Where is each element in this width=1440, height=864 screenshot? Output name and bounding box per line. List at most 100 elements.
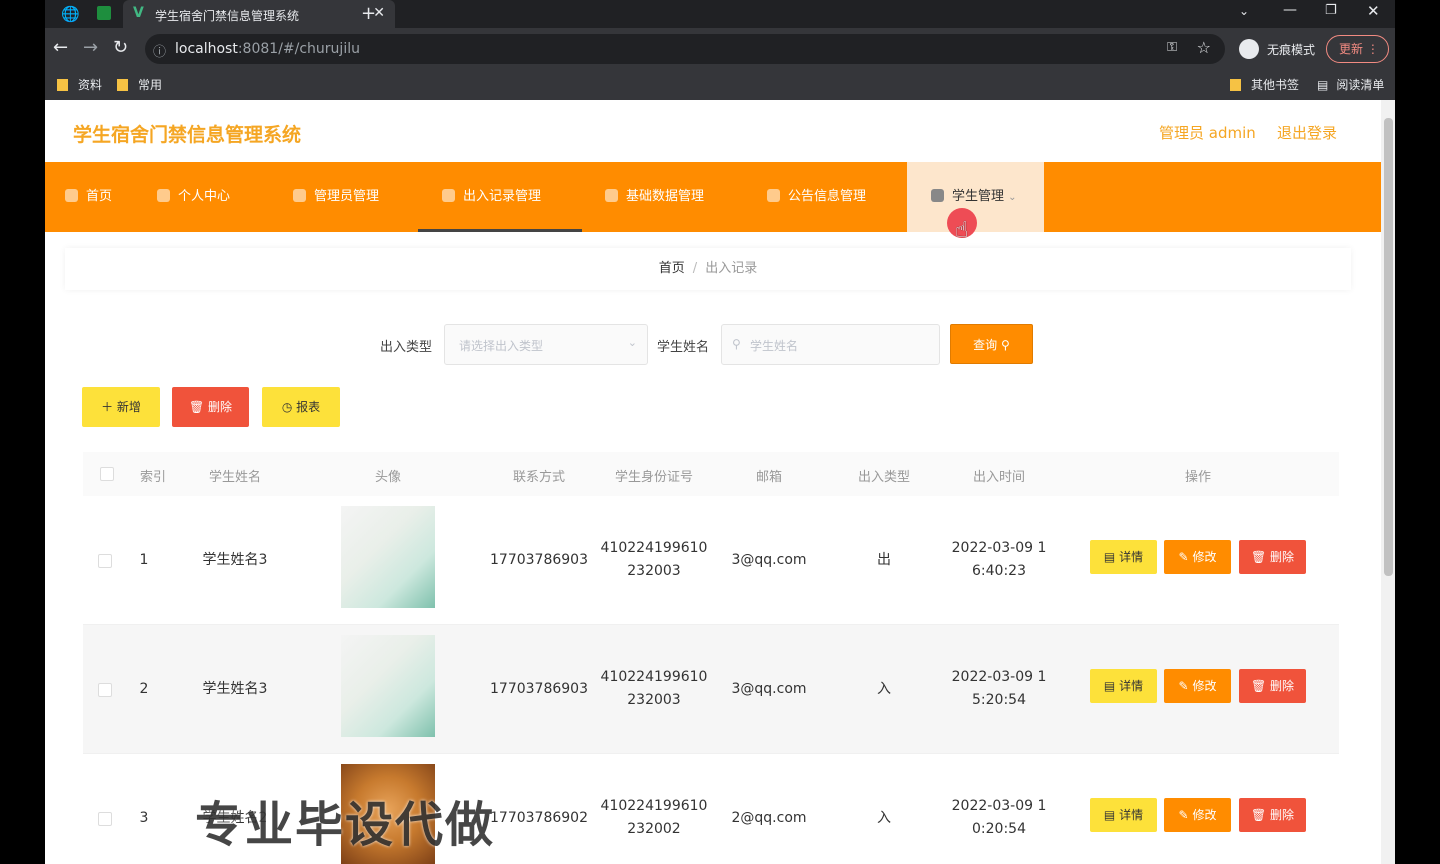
url-text[interactable]: localhost:8081/#/churujilu (175, 41, 360, 57)
incognito-icon (1239, 39, 1259, 59)
close-window-icon[interactable]: ✕ (1367, 2, 1380, 20)
row-name: 学生姓名3 (202, 681, 268, 697)
restore-icon[interactable]: ❐ (1325, 3, 1337, 18)
name-label: 学生姓名 (657, 340, 710, 355)
home-icon (65, 189, 78, 202)
minimize-icon[interactable]: — (1283, 2, 1297, 18)
delete-button[interactable]: 🗑 删除 (1239, 669, 1306, 703)
browser-globe-icon[interactable]: 🌐 (61, 5, 80, 23)
user-icon (157, 189, 170, 202)
other-bookmarks[interactable]: 其他书签 (1230, 76, 1299, 93)
page-scrollbar[interactable] (1381, 100, 1395, 864)
detail-button[interactable]: ▤ 详情 (1090, 798, 1157, 832)
delete-button[interactable]: 🗑 删除 (1239, 540, 1306, 574)
back-icon[interactable]: ← (53, 38, 68, 58)
table-row[interactable]: 2 学生姓名3 17703786903 410224199610 232003 … (83, 625, 1339, 754)
row-id-line2: 232003 (627, 563, 681, 579)
row-checkbox[interactable] (98, 554, 112, 568)
tab-active[interactable]: V 学生宿舍门禁信息管理系统 ✕ (123, 0, 395, 28)
doc-icon: ▤ (1103, 550, 1116, 564)
edit-icon: ✎ (1178, 808, 1189, 822)
update-button[interactable]: 更新 ⋮ (1326, 35, 1389, 63)
chevron-down-icon: ⌄ (627, 336, 637, 349)
record-icon (442, 189, 455, 202)
info-icon[interactable]: ⓘ (153, 41, 166, 60)
row-time-line2: 0:20:54 (972, 821, 1026, 837)
row-type: 入 (877, 810, 891, 826)
select-all-checkbox[interactable] (100, 467, 114, 481)
bookmark-folder-2[interactable]: 常用 (117, 76, 162, 93)
query-button[interactable]: 查询 ⚲ (950, 324, 1033, 364)
nav-profile[interactable]: 个人中心 (157, 162, 230, 232)
type-placeholder: 请选择出入类型 (459, 339, 544, 353)
app-header: 学生宿舍门禁信息管理系统 管理员 admin 退出登录 (45, 100, 1381, 162)
trash-icon: 🗑 (1250, 550, 1267, 564)
detail-button[interactable]: ▤ 详情 (1090, 669, 1157, 703)
edit-button[interactable]: ✎ 修改 (1164, 798, 1231, 832)
col-id-card: 学生身份证号 (614, 470, 694, 485)
avatar (341, 635, 435, 737)
folder-icon (1230, 79, 1241, 91)
tab-search-icon[interactable]: ⌄ (1239, 4, 1249, 18)
page: 学生宿舍门禁信息管理系统 管理员 admin 退出登录 首页 个人中心 管理员管… (45, 100, 1381, 864)
bookmarks-bar: 资料 常用 其他书签 ▤ 阅读清单 (45, 70, 1395, 100)
incognito-label[interactable]: 无痕模式 (1267, 41, 1315, 58)
row-time-line2: 5:20:54 (972, 692, 1026, 708)
admin-label[interactable]: 管理员 admin (1159, 122, 1256, 143)
type-select[interactable]: 请选择出入类型 ⌄ (444, 324, 648, 365)
trash-icon: 🗑 (1250, 679, 1267, 693)
breadcrumb-separator: / (692, 261, 698, 276)
url-box[interactable]: ⓘ localhost:8081/#/churujilu ⚿ ☆ (145, 34, 1225, 64)
nav-notices[interactable]: 公告信息管理 (767, 162, 866, 232)
row-id-line2: 232003 (627, 692, 681, 708)
main-nav: 首页 个人中心 管理员管理 出入记录管理 基础数据管理 公告信息管理 学生管理 … (45, 162, 1381, 232)
bulk-delete-button[interactable]: 🗑 删除 (172, 387, 249, 427)
bookmark-folder-1[interactable]: 资料 (57, 76, 102, 93)
row-email: 2@qq.com (731, 810, 807, 826)
add-button[interactable]: ＋ 新增 (82, 387, 160, 427)
row-checkbox[interactable] (98, 812, 112, 826)
reading-list[interactable]: ▤ 阅读清单 (1317, 76, 1384, 93)
nav-access-records[interactable]: 出入记录管理 (418, 162, 582, 232)
row-time-line1: 2022-03-09 1 (951, 540, 1047, 556)
scrollbar-thumb[interactable] (1384, 118, 1393, 576)
watermark-overlay: 专业毕设代做 (195, 797, 496, 853)
report-button[interactable]: ◷ 报表 (262, 387, 340, 427)
delete-button[interactable]: 🗑 删除 (1239, 798, 1306, 832)
logout-link[interactable]: 退出登录 (1277, 122, 1337, 143)
folder-icon (57, 79, 68, 91)
breadcrumb-current: 出入记录 (705, 261, 758, 276)
col-name: 学生姓名 (208, 470, 262, 485)
sheet-tab-icon[interactable] (97, 6, 111, 20)
row-name: 学生姓名3 (202, 552, 268, 568)
row-email: 3@qq.com (731, 681, 807, 697)
breadcrumb-home[interactable]: 首页 (659, 261, 685, 276)
trash-icon: 🗑 (188, 400, 205, 414)
table-row[interactable]: 1 学生姓名3 17703786903 410224199610 232003 … (83, 496, 1339, 625)
key-icon[interactable]: ⚿ (1167, 40, 1177, 55)
edit-button[interactable]: ✎ 修改 (1164, 669, 1231, 703)
tab-strip: 🌐 V 学生宿舍门禁信息管理系统 ✕ + ⌄ — ❐ ✕ (45, 0, 1395, 28)
new-tab-icon[interactable]: + (361, 3, 376, 24)
detail-button[interactable]: ▤ 详情 (1090, 540, 1157, 574)
address-bar: ← → ↻ ⓘ localhost:8081/#/churujilu ⚿ ☆ 无… (45, 28, 1395, 70)
name-search-input[interactable]: ⚲ 学生姓名 (721, 324, 940, 365)
row-id-line1: 410224199610 (600, 540, 708, 556)
bookmark-star-icon[interactable]: ☆ (1197, 38, 1211, 57)
row-email: 3@qq.com (731, 552, 807, 568)
edit-button[interactable]: ✎ 修改 (1164, 540, 1231, 574)
nav-base-data[interactable]: 基础数据管理 (605, 162, 704, 232)
row-phone: 17703786903 (490, 552, 588, 568)
row-checkbox[interactable] (98, 683, 112, 697)
col-phone: 联系方式 (512, 470, 566, 485)
nav-home[interactable]: 首页 (65, 162, 112, 232)
forward-icon[interactable]: → (83, 38, 98, 58)
nav-admins[interactable]: 管理员管理 (293, 162, 379, 232)
reload-icon[interactable]: ↻ (113, 38, 128, 58)
clock-icon: ◷ (281, 400, 293, 414)
breadcrumb: 首页 / 出入记录 (65, 248, 1351, 290)
edit-icon: ✎ (1178, 550, 1189, 564)
row-time-line2: 6:40:23 (972, 563, 1026, 579)
vue-favicon-icon: V (133, 5, 144, 21)
row-time-line1: 2022-03-09 1 (951, 669, 1047, 685)
